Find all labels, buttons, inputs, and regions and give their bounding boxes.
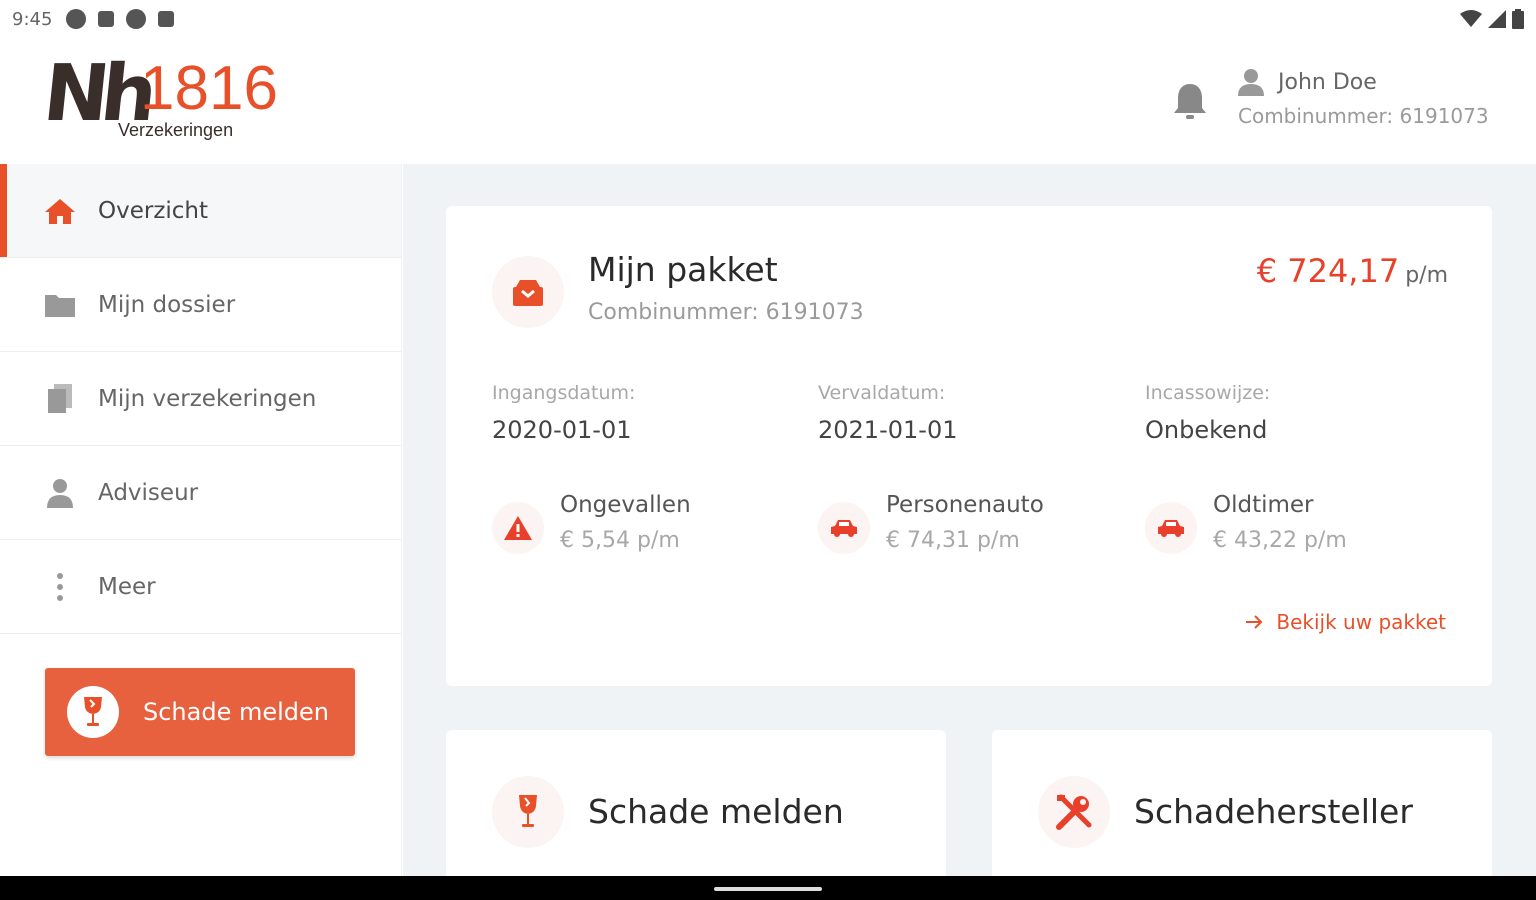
field-ingangsdatum: Ingangsdatum: 2020-01-01 [492, 382, 635, 444]
home-icon [44, 196, 76, 226]
status-time: 9:45 [12, 8, 53, 30]
sidebar-item-overzicht[interactable]: Overzicht [0, 164, 401, 258]
wifi-icon [1460, 10, 1482, 27]
status-app-icon [126, 9, 147, 29]
package-price: € 724,17 p/m [1257, 252, 1448, 290]
system-nav-bar [0, 876, 1536, 900]
app-header: Nh 1816 Verzekeringen John Doe Combinumm… [0, 38, 1536, 164]
field-value: 2021-01-01 [818, 416, 958, 444]
coverage-name: Personenauto [886, 492, 1044, 518]
quick-card-title: Schadehersteller [1134, 792, 1413, 831]
package-icon [492, 256, 564, 328]
logo-number: 1816 [140, 54, 278, 123]
view-package-link[interactable]: Bekijk uw pakket [1246, 610, 1446, 634]
field-label: Ingangsdatum: [492, 382, 636, 404]
field-value: Onbekend [1145, 416, 1268, 444]
car-icon [1145, 502, 1197, 554]
sidebar-item-label: Meer [98, 573, 156, 600]
person-icon [44, 478, 76, 508]
bell-icon[interactable] [1172, 82, 1208, 122]
user-combinummer: Combinummer: 6191073 [1238, 104, 1489, 128]
coverage-name: Oldtimer [1213, 492, 1314, 518]
status-sd-icon [158, 11, 175, 27]
quick-card-schadehersteller[interactable]: Schadehersteller [992, 730, 1492, 876]
home-gesture-handle[interactable] [714, 887, 822, 891]
sidebar-item-meer[interactable]: Meer [0, 540, 401, 634]
package-price-value: € 724,17 [1256, 252, 1400, 290]
user-info[interactable]: John Doe Combinummer: 6191073 [1238, 68, 1489, 128]
schade-melden-label: Schade melden [143, 698, 329, 726]
field-incassowijze: Incassowijze: Onbekend [1145, 382, 1270, 444]
user-icon [1238, 69, 1264, 96]
more-vertical-icon [44, 572, 76, 602]
coverage-price: € 43,22 p/m [1213, 528, 1347, 553]
broken-glass-icon [492, 776, 564, 848]
coverage-price: € 5,54 p/m [560, 528, 680, 553]
sidebar-item-label: Overzicht [98, 197, 209, 224]
brand-logo[interactable]: Nh 1816 Verzekeringen [39, 49, 278, 140]
tools-icon [1038, 776, 1110, 848]
battery-icon [1512, 9, 1524, 29]
status-right [1460, 9, 1524, 29]
sidebar-item-adviseur[interactable]: Adviseur [0, 446, 401, 540]
coverage-price: € 74,31 p/m [886, 528, 1020, 553]
folder-icon [44, 290, 76, 320]
warning-icon [492, 502, 544, 554]
quick-card-title: Schade melden [588, 792, 844, 831]
field-vervaldatum: Vervaldatum: 2021-01-01 [818, 382, 957, 444]
status-notification-icon [66, 9, 87, 29]
broken-glass-icon [67, 686, 119, 738]
sidebar-item-label: Mijn dossier [98, 291, 236, 318]
car-icon [818, 502, 870, 554]
coverage-ongevallen[interactable]: Ongevallen € 5,54 p/m [492, 492, 691, 554]
logo-sub: Verzekeringen [118, 120, 234, 140]
sidebar-item-label: Mijn verzekeringen [98, 385, 317, 412]
coverage-personenauto[interactable]: Personenauto € 74,31 p/m [818, 492, 1044, 554]
view-package-label: Bekijk uw pakket [1276, 610, 1446, 634]
sidebar-item-label: Adviseur [98, 479, 199, 506]
schade-melden-button[interactable]: Schade melden [45, 668, 355, 756]
main-content: Mijn pakket Combinummer: 6191073 € 724,1… [403, 164, 1536, 876]
signal-icon [1488, 10, 1506, 28]
arrow-right-icon [1246, 615, 1263, 629]
package-combinummer: Combinummer: 6191073 [588, 300, 864, 325]
quick-card-schade-melden[interactable]: Schade melden [446, 730, 946, 876]
package-price-unit: p/m [1405, 263, 1448, 288]
field-label: Vervaldatum: [818, 382, 946, 404]
coverage-oldtimer[interactable]: Oldtimer € 43,22 p/m [1145, 492, 1347, 554]
user-name: John Doe [1278, 69, 1377, 95]
sidebar-item-mijn-verzekeringen[interactable]: Mijn verzekeringen [0, 352, 401, 446]
coverage-name: Ongevallen [560, 492, 691, 518]
status-image-icon [98, 11, 115, 27]
documents-icon [44, 383, 76, 414]
package-title: Mijn pakket [588, 250, 778, 289]
status-bar: 9:45 [0, 0, 1536, 38]
field-label: Incassowijze: [1145, 382, 1271, 404]
sidebar-item-mijn-dossier[interactable]: Mijn dossier [0, 258, 401, 352]
sidebar: Overzicht Mijn dossier Mijn verzekeringe… [0, 164, 402, 876]
package-card: Mijn pakket Combinummer: 6191073 € 724,1… [446, 206, 1492, 686]
field-value: 2020-01-01 [492, 416, 632, 444]
